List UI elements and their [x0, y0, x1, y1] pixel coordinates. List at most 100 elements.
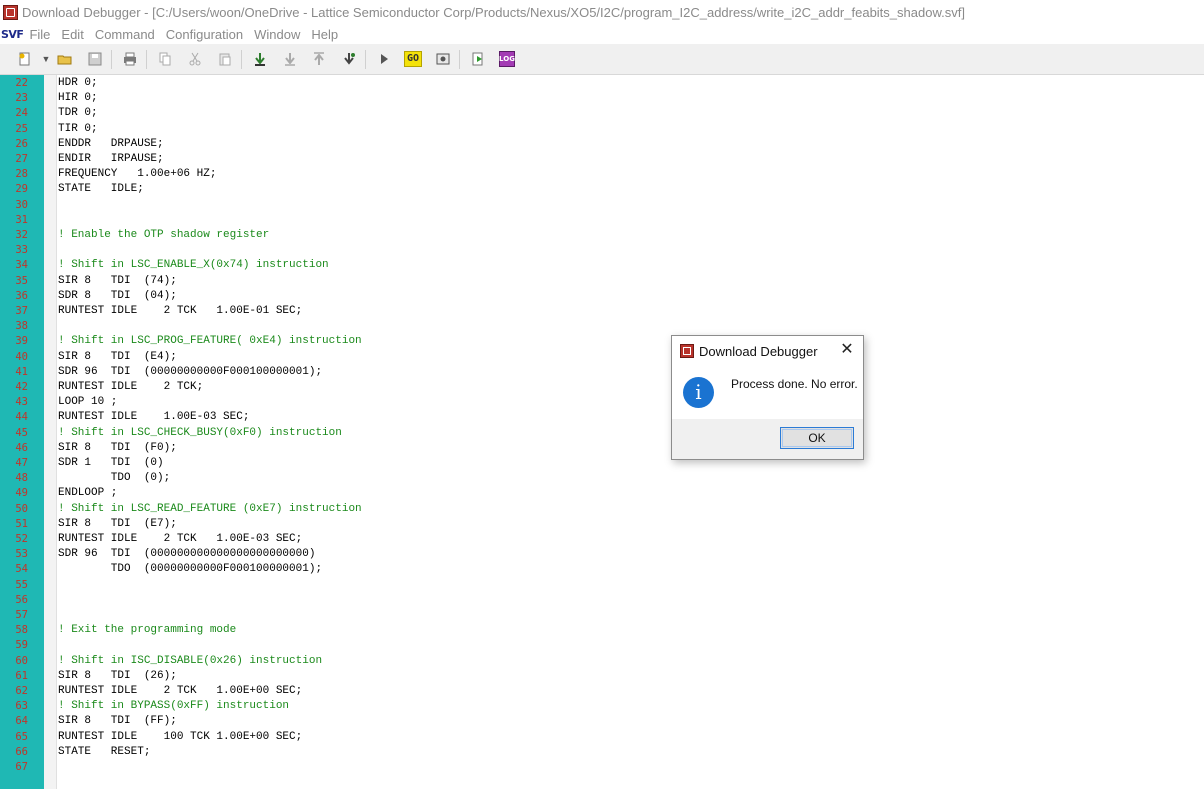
code-comment-line[interactable]: ! Shift in LSC_ENABLE_X(0x74) instructio… [58, 258, 329, 273]
code-comment-line[interactable]: ! Shift in LSC_READ_FEATURE (0xE7) instr… [58, 502, 362, 517]
line-number: 30 [15, 198, 28, 211]
paste-icon[interactable] [217, 51, 233, 67]
code-line[interactable]: TIR 0; [58, 122, 98, 137]
code-line[interactable]: HIR 0; [58, 91, 98, 106]
dialog-title: Download Debugger [699, 343, 818, 359]
line-number: 52 [15, 533, 28, 545]
toolbar-separator [365, 50, 366, 69]
code-comment-line[interactable]: ! Exit the programming mode [58, 623, 236, 638]
log-button[interactable]: LOG [499, 51, 515, 67]
code-line[interactable]: TDO (0); [58, 471, 170, 486]
code-line[interactable]: SDR 8 TDI (04); [58, 289, 177, 304]
code-line[interactable]: HDR 0; [58, 76, 98, 91]
line-number: 38 [15, 320, 28, 333]
code-line[interactable]: ENDDR DRPAUSE; [58, 137, 164, 152]
code-line[interactable]: STATE RESET; [58, 745, 150, 760]
code-line[interactable]: RUNTEST IDLE 2 TCK; [58, 380, 203, 395]
close-icon[interactable]: ✕ [839, 342, 855, 358]
line-number: 65 [15, 730, 28, 743]
step-out-icon[interactable] [311, 51, 327, 67]
line-number: 46 [15, 441, 28, 454]
toolbar-separator [111, 50, 112, 69]
line-number: 37 [15, 305, 28, 317]
code-line[interactable]: SDR 1 TDI (0) [58, 456, 164, 471]
code-line[interactable]: RUNTEST IDLE 1.00E-03 SEC; [58, 410, 249, 425]
code-line[interactable]: SIR 8 TDI (FF); [58, 714, 177, 729]
dialog-message: Process done. No error. [731, 377, 858, 391]
code-line[interactable]: RUNTEST IDLE 100 TCK 1.00E+00 SEC; [58, 730, 302, 745]
line-number: 45 [15, 426, 28, 439]
code-line[interactable]: TDR 0; [58, 106, 98, 121]
image-view-icon[interactable] [435, 51, 451, 67]
code-editor[interactable]: 22 HDR 0; 23 HIR 0; 24 TDR 0; 25 TIR 0; 26 ENDDR … [0, 75, 1204, 789]
code-comment-line[interactable]: ! Shift in LSC_PROG_FEATURE( 0xE4) instr… [58, 334, 362, 349]
line-number: 39 [15, 335, 28, 348]
line-number: 33 [15, 244, 28, 257]
code-line[interactable]: SIR 8 TDI (26); [58, 669, 177, 684]
line-number: 61 [15, 669, 28, 682]
cut-icon[interactable] [187, 51, 203, 67]
code-line[interactable]: STATE IDLE; [58, 182, 144, 197]
execute-file-icon[interactable] [470, 51, 486, 67]
step-over-icon[interactable] [282, 51, 298, 67]
code-line[interactable]: RUNTEST IDLE 2 TCK 1.00E-03 SEC; [58, 532, 302, 547]
line-number: 24 [15, 107, 28, 120]
code-comment-line[interactable]: ! Shift in BYPASS(0xFF) instruction [58, 699, 289, 714]
line-number: 41 [15, 365, 28, 378]
code-line[interactable]: RUNTEST IDLE 2 TCK 1.00E-01 SEC; [58, 304, 302, 319]
line-number: 27 [15, 153, 28, 165]
line-number: 43 [15, 396, 28, 409]
code-line[interactable]: ENDIR IRPAUSE; [58, 152, 164, 167]
save-icon[interactable] [87, 51, 103, 67]
code-line[interactable]: SIR 8 TDI (F0); [58, 441, 177, 456]
step-into-icon[interactable] [252, 51, 268, 67]
code-line[interactable]: SDR 96 TDI (00000000000F000100000001); [58, 365, 322, 380]
new-file-icon[interactable] [17, 51, 33, 67]
line-number: 60 [15, 654, 28, 667]
menu-edit[interactable]: Edit [61, 27, 83, 42]
menu-configuration[interactable]: Configuration [166, 27, 243, 42]
play-icon[interactable] [376, 51, 392, 67]
code-line[interactable]: TDO (00000000000F000100000001); [58, 562, 322, 577]
code-line[interactable]: ENDLOOP ; [58, 486, 117, 501]
dialog-title-bar: Download Debugger [672, 336, 863, 366]
code-line[interactable]: SDR 96 TDI (000000000000000000000000) [58, 547, 315, 562]
code-line[interactable]: SIR 8 TDI (E7); [58, 517, 177, 532]
code-line[interactable]: LOOP 10 ; [58, 395, 117, 410]
svf-logo-icon: SVF [1, 27, 24, 41]
copy-icon[interactable] [157, 51, 173, 67]
code-line[interactable]: SIR 8 TDI (74); [58, 274, 177, 289]
ok-button[interactable]: OK [780, 427, 854, 449]
run-to-cursor-icon[interactable] [341, 51, 357, 67]
code-comment-line[interactable]: ! Shift in ISC_DISABLE(0x26) instruction [58, 654, 322, 669]
line-number: 50 [15, 502, 28, 515]
line-number: 53 [15, 548, 28, 561]
menu-command[interactable]: Command [95, 27, 155, 42]
line-number: 58 [15, 624, 28, 637]
line-number: 40 [15, 350, 28, 363]
line-number: 26 [15, 137, 28, 150]
menu-window[interactable]: Window [254, 27, 300, 42]
code-comment-line[interactable]: ! Enable the OTP shadow register [58, 228, 269, 243]
title-bar: Download Debugger - [C:/Users/woon/OneDr… [0, 0, 1204, 24]
line-number: 23 [15, 92, 28, 105]
line-number: 49 [15, 487, 28, 500]
code-line[interactable]: RUNTEST IDLE 2 TCK 1.00E+00 SEC; [58, 684, 302, 699]
code-line[interactable]: FREQUENCY 1.00e+06 HZ; [58, 167, 216, 182]
menu-help[interactable]: Help [311, 27, 338, 42]
line-number: 35 [15, 274, 28, 287]
code-comment-line[interactable]: ! Shift in LSC_CHECK_BUSY(0xF0) instruct… [58, 426, 342, 441]
line-number: 34 [15, 259, 28, 272]
toolbar-separator [241, 50, 242, 69]
line-number: 31 [15, 213, 28, 226]
new-dropdown-chevron-down-icon[interactable]: ▼ [38, 51, 54, 67]
open-folder-icon[interactable] [57, 51, 73, 67]
line-number: 56 [15, 593, 28, 606]
code-line[interactable]: SIR 8 TDI (E4); [58, 350, 177, 365]
line-number: 54 [15, 563, 28, 576]
print-icon[interactable] [122, 51, 138, 67]
line-number: 44 [15, 411, 28, 424]
menu-file[interactable]: File [29, 27, 50, 42]
line-number: 51 [15, 517, 28, 530]
go-button[interactable]: GO [404, 51, 422, 67]
